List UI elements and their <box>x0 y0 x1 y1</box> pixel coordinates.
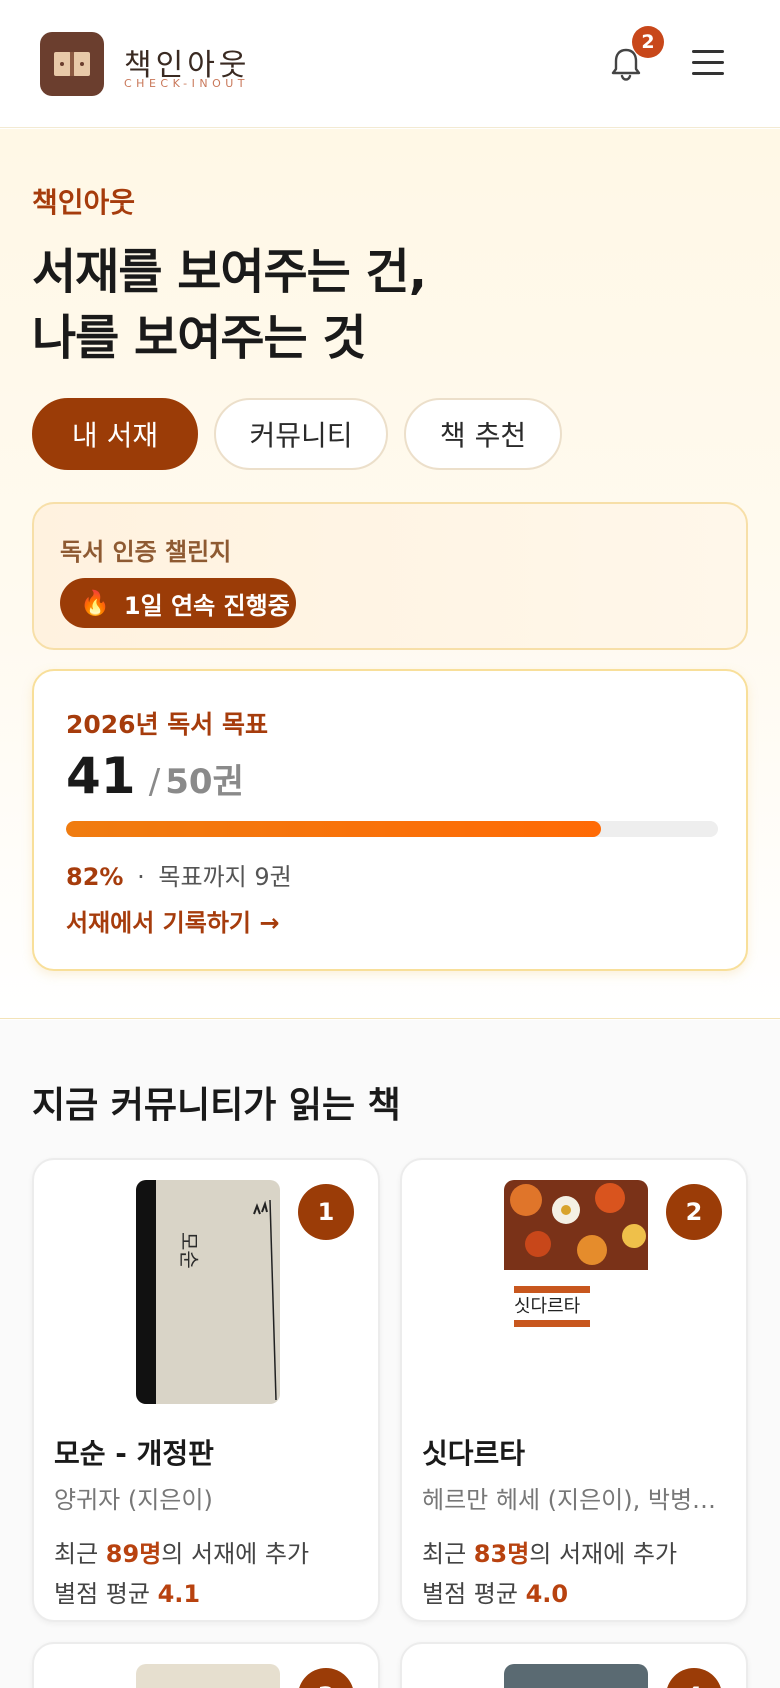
book-card[interactable]: 싯다르타 2 싯다르타 헤르만 헤세 (지은이), 박병덕 (옮긴이) 최근 8… <box>400 1158 748 1622</box>
book-title: 싯다르타 <box>422 1437 526 1470</box>
book-card[interactable]: 3 <box>32 1642 380 1688</box>
flame-icon: 🔥 <box>80 589 110 617</box>
goal-progress-fill <box>66 821 601 837</box>
hamburger-menu-icon-line <box>692 61 724 64</box>
rating-prefix: 별점 평균 <box>54 1580 158 1608</box>
brand-subtitle: CHECK-INOUT <box>124 77 250 90</box>
streak-label: 1일 연속 진행중 <box>123 591 290 620</box>
stat-prefix: 최근 <box>54 1540 106 1568</box>
goal-dot: · <box>137 863 145 891</box>
goal-separator: / <box>148 762 161 802</box>
rating-value: 4.0 <box>525 1580 569 1608</box>
book-rating: 별점 평균 4.0 <box>422 1574 568 1609</box>
book-cover-title: 싯다르타 <box>514 1296 581 1317</box>
rank-badge: 3 <box>298 1668 354 1688</box>
goal-title: 2026년 독서 목표 <box>66 710 268 739</box>
stat-suffix: 의 서재에 추가 <box>529 1540 678 1568</box>
reading-challenge-card[interactable]: 독서 인증 챌린지 🔥 1일 연속 진행중 <box>32 502 748 650</box>
goal-progress-bar <box>66 821 718 837</box>
goal-stat: 82% · 목표까지 9권 <box>66 857 292 892</box>
stat-count: 89명 <box>105 1540 162 1568</box>
hero-section: 책인아웃 서재를 보여주는 건, 나를 보여주는 것 내 서재 커뮤니티 책 추… <box>0 129 780 1019</box>
tab-community[interactable]: 커뮤니티 <box>214 398 388 470</box>
book-added-stat: 최근 83명의 서재에 추가 <box>422 1534 677 1569</box>
book-card[interactable]: 모순 1 모순 - 개정판 양귀자 (지은이) 최근 89명의 서재에 추가 별… <box>32 1158 380 1622</box>
rating-prefix: 별점 평균 <box>422 1580 526 1608</box>
tab-recommendations[interactable]: 책 추천 <box>404 398 562 470</box>
hero-kicker: 책인아웃 <box>32 186 136 219</box>
book-card[interactable]: 4 <box>400 1642 748 1688</box>
record-in-library-link[interactable]: 서재에서 기록하기 → <box>66 903 279 938</box>
open-book-icon <box>54 52 90 76</box>
book-cover-title: 모순 <box>177 1232 201 1269</box>
goal-target: 50권 <box>165 762 244 802</box>
notification-badge: 2 <box>632 26 664 58</box>
book-rating: 별점 평균 4.1 <box>54 1574 200 1609</box>
book-author: 양귀자 (지은이) <box>54 1486 213 1514</box>
book-added-stat: 최근 89명의 서재에 추가 <box>54 1534 309 1569</box>
goal-percent: 82% <box>66 863 124 891</box>
hamburger-menu-icon <box>692 50 724 53</box>
hero-title: 서재를 보여주는 건, 나를 보여주는 것 <box>32 239 427 371</box>
stat-count: 83명 <box>473 1540 530 1568</box>
book-cover <box>136 1664 280 1688</box>
rating-value: 4.1 <box>157 1580 201 1608</box>
book-author: 헤르만 헤세 (지은이), 박병덕 (옮긴이) <box>422 1486 722 1514</box>
book-cover-image: 싯다르타 <box>504 1180 648 1404</box>
book-title: 모순 - 개정판 <box>54 1437 214 1470</box>
reading-goal-card: 2026년 독서 목표 41 / 50권 82% · 목표까지 9권 서재에서 … <box>32 669 748 971</box>
stat-suffix: 의 서재에 추가 <box>161 1540 310 1568</box>
book-cover <box>504 1664 648 1688</box>
streak-badge: 🔥 1일 연속 진행중 <box>60 578 296 628</box>
rank-badge: 4 <box>666 1668 722 1688</box>
book-cover-image: 모순 <box>136 1180 280 1404</box>
book-cover: 싯다르타 <box>504 1180 648 1404</box>
challenge-title: 독서 인증 챌린지 <box>60 538 232 566</box>
hero-title-line-2: 나를 보여주는 것 <box>32 310 367 366</box>
community-section: 지금 커뮤니티가 읽는 책 모순 1 모순 - 개정판 양귀자 (지은이) 최근… <box>0 1020 780 1688</box>
app-header: 책인아웃 CHECK-INOUT 2 <box>0 0 780 128</box>
tab-my-library[interactable]: 내 서재 <box>32 398 198 470</box>
community-title: 지금 커뮤니티가 읽는 책 <box>32 1085 401 1126</box>
goal-current: 41 <box>66 747 136 805</box>
menu-button[interactable] <box>692 50 724 76</box>
goal-count: 41 / 50권 <box>66 747 244 805</box>
rank-badge: 2 <box>666 1184 722 1240</box>
book-cover: 모순 <box>136 1180 280 1404</box>
hero-title-line-1: 서재를 보여주는 건, <box>32 244 427 300</box>
goal-remaining: 목표까지 9권 <box>158 863 292 891</box>
stat-prefix: 최근 <box>422 1540 474 1568</box>
rank-badge: 1 <box>298 1184 354 1240</box>
hamburger-menu-icon-line <box>692 72 724 75</box>
logo[interactable] <box>40 32 104 96</box>
